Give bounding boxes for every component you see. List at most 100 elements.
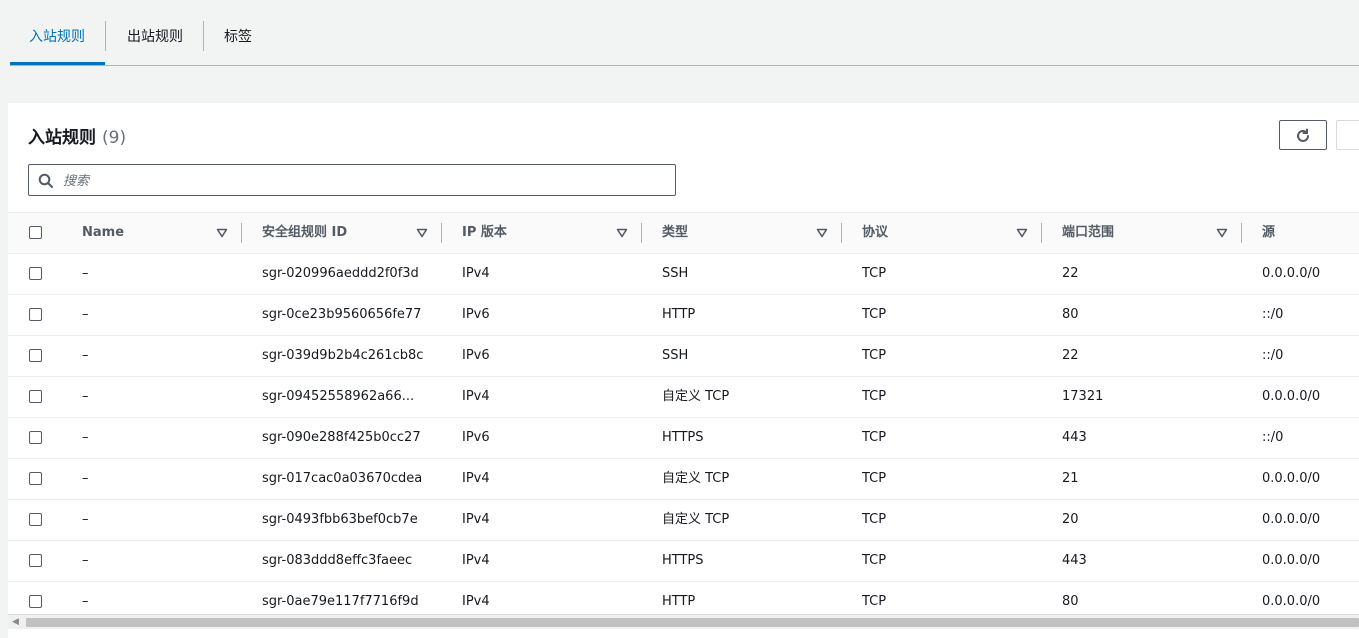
column-resizer[interactable] <box>641 223 642 243</box>
scrollbar-thumb[interactable] <box>26 618 1359 627</box>
cell-ip-version: IPv4 <box>462 266 490 281</box>
row-checkbox[interactable] <box>29 472 42 485</box>
refresh-icon <box>1297 128 1309 142</box>
cell-type: 自定义 TCP <box>662 512 730 527</box>
sort-caret-icon[interactable] <box>216 228 228 238</box>
cell-protocol: TCP <box>862 348 887 363</box>
cell-protocol: TCP <box>862 553 887 568</box>
cell-port-range: 22 <box>1062 348 1079 363</box>
tab-separator <box>203 21 204 51</box>
panel-title: 入站规则 (9) <box>28 123 126 148</box>
search-input[interactable] <box>61 165 665 197</box>
cell-name: – <box>82 471 89 486</box>
cell-rule-id[interactable]: sgr-017cac0a03670cdea <box>262 459 422 499</box>
cell-port-range: 22 <box>1062 266 1079 281</box>
column-resizer[interactable] <box>241 223 242 243</box>
cell-rule-id[interactable]: sgr-039d9b2b4c261cb8c <box>262 336 423 376</box>
sort-caret-icon[interactable] <box>1016 228 1028 238</box>
table-row[interactable]: – sgr-083ddd8effc3faeec IPv4 HTTPS TCP 4… <box>8 541 1359 582</box>
horizontal-scrollbar[interactable]: ◀ <box>8 614 1359 629</box>
cell-port-range: 443 <box>1062 553 1087 568</box>
column-header-port-range[interactable]: 端口范围 <box>1062 213 1114 253</box>
row-checkbox[interactable] <box>29 308 42 321</box>
cell-protocol: TCP <box>862 471 887 486</box>
cell-rule-id[interactable]: sgr-0ce23b9560656fe77 <box>262 295 421 335</box>
row-checkbox[interactable] <box>29 595 42 608</box>
cell-port-range: 20 <box>1062 512 1079 527</box>
sort-caret-icon[interactable] <box>1216 228 1228 238</box>
cell-ip-version: IPv6 <box>462 348 490 363</box>
tab-outbound-rules[interactable]: 出站规则 <box>127 0 183 65</box>
cell-type: 自定义 TCP <box>662 471 730 486</box>
cell-protocol: TCP <box>862 266 887 281</box>
column-header-protocol[interactable]: 协议 <box>862 213 888 253</box>
cell-source: ::/0 <box>1262 348 1284 363</box>
active-tab-indicator <box>10 62 105 65</box>
table-row[interactable]: – sgr-0493fbb63bef0cb7e IPv4 自定义 TCP TCP… <box>8 500 1359 541</box>
table-row[interactable]: – sgr-09452558962a66... IPv4 自定义 TCP TCP… <box>8 377 1359 418</box>
cell-source: ::/0 <box>1262 307 1284 322</box>
table-row[interactable]: – sgr-020996aeddd2f0f3d IPv4 SSH TCP 22 … <box>8 254 1359 295</box>
cell-ip-version: IPv4 <box>462 389 490 404</box>
sort-caret-icon[interactable] <box>616 228 628 238</box>
tab-tags[interactable]: 标签 <box>224 0 252 65</box>
sort-caret-icon[interactable] <box>416 228 428 238</box>
cell-type: HTTP <box>662 307 696 322</box>
cell-source: ::/0 <box>1262 430 1284 445</box>
cell-ip-version: IPv6 <box>462 430 490 445</box>
column-header-name[interactable]: Name <box>82 213 124 253</box>
row-checkbox[interactable] <box>29 349 42 362</box>
row-checkbox[interactable] <box>29 431 42 444</box>
table-row[interactable]: – sgr-0ce23b9560656fe77 IPv6 HTTP TCP 80… <box>8 295 1359 336</box>
cell-ip-version: IPv4 <box>462 471 490 486</box>
table-header: Name 安全组规则 ID IP 版本 类型 协议 端口范围 源 <box>8 212 1359 254</box>
refresh-button[interactable] <box>1279 120 1327 150</box>
tab-inbound-rules[interactable]: 入站规则 <box>29 0 85 65</box>
cell-name: – <box>82 553 89 568</box>
cell-name: – <box>82 266 89 281</box>
cell-source: 0.0.0.0/0 <box>1262 512 1321 527</box>
select-all-checkbox[interactable] <box>29 226 42 239</box>
column-resizer[interactable] <box>1241 223 1242 243</box>
cell-rule-id[interactable]: sgr-020996aeddd2f0f3d <box>262 254 419 294</box>
cell-rule-id[interactable]: sgr-090e288f425b0cc27 <box>262 418 421 458</box>
table-row[interactable]: – sgr-039d9b2b4c261cb8c IPv6 SSH TCP 22 … <box>8 336 1359 377</box>
cell-name: – <box>82 348 89 363</box>
table-row[interactable]: – sgr-017cac0a03670cdea IPv4 自定义 TCP TCP… <box>8 459 1359 500</box>
column-resizer[interactable] <box>841 223 842 243</box>
search-box <box>28 164 676 197</box>
column-resizer[interactable] <box>1041 223 1042 243</box>
cell-protocol: TCP <box>862 430 887 445</box>
inbound-rules-panel: 入站规则 (9) Name 安全组规则 ID IP 版本 类型 <box>8 103 1359 638</box>
cell-ip-version: IPv4 <box>462 512 490 527</box>
column-header-ip-version[interactable]: IP 版本 <box>462 213 507 253</box>
table-row[interactable]: – sgr-090e288f425b0cc27 IPv6 HTTPS TCP 4… <box>8 418 1359 459</box>
cell-name: – <box>82 389 89 404</box>
cell-port-range: 17321 <box>1062 389 1104 404</box>
row-checkbox[interactable] <box>29 554 42 567</box>
cell-port-range: 21 <box>1062 471 1079 486</box>
cell-ip-version: IPv6 <box>462 307 490 322</box>
column-header-source[interactable]: 源 <box>1262 213 1275 253</box>
row-checkbox[interactable] <box>29 390 42 403</box>
cell-source: 0.0.0.0/0 <box>1262 553 1321 568</box>
column-resizer[interactable] <box>441 223 442 243</box>
cell-source: 0.0.0.0/0 <box>1262 471 1321 486</box>
column-header-type[interactable]: 类型 <box>662 213 688 253</box>
cell-rule-id[interactable]: sgr-083ddd8effc3faeec <box>262 541 412 581</box>
cell-type: HTTPS <box>662 430 704 445</box>
scroll-left-arrow-icon[interactable]: ◀ <box>12 617 19 627</box>
sort-caret-icon[interactable] <box>816 228 828 238</box>
actions-button[interactable] <box>1336 120 1359 150</box>
cell-type: HTTPS <box>662 553 704 568</box>
cell-rule-id[interactable]: sgr-09452558962a66... <box>262 377 414 417</box>
row-checkbox[interactable] <box>29 267 42 280</box>
search-icon <box>38 173 53 188</box>
tab-bar: 入站规则 出站规则 标签 <box>10 0 1359 66</box>
cell-rule-id[interactable]: sgr-0493fbb63bef0cb7e <box>262 500 418 540</box>
rules-table: Name 安全组规则 ID IP 版本 类型 协议 端口范围 源 – sgr-0… <box>8 212 1359 623</box>
row-checkbox[interactable] <box>29 513 42 526</box>
cell-type: 自定义 TCP <box>662 389 730 404</box>
column-header-rule-id[interactable]: 安全组规则 ID <box>262 213 347 253</box>
cell-source: 0.0.0.0/0 <box>1262 389 1321 404</box>
